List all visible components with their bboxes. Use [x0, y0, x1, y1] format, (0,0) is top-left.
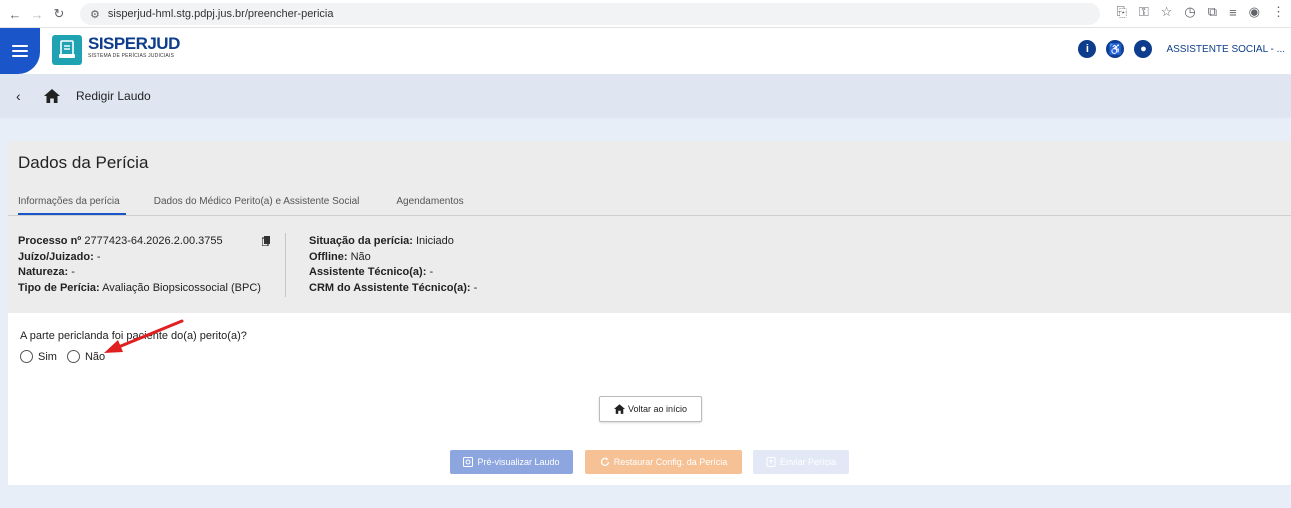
juizo-value: - [96, 250, 101, 263]
radio-sim[interactable] [20, 350, 33, 363]
browser-actions: ⎘ ⚿ ☆ ◷ ⧉ ≡ ◉ ⋮ [1116, 4, 1285, 20]
assistente-label: Assistente Técnico(a): [309, 266, 427, 278]
panel-title: Dados da Perícia [18, 153, 149, 172]
logo-subtitle: SISTEMA DE PERÍCIAS JUDICIAIS [88, 53, 175, 59]
breadcrumb: ‹ Redigir Laudo [0, 74, 1291, 118]
crm-label: CRM do Assistente Técnico(a): [309, 281, 471, 294]
processo-label: Processo nº [18, 235, 82, 247]
home-icon [613, 404, 625, 414]
copy-icon[interactable] [262, 236, 270, 246]
logo[interactable]: SISPERJUD SISTEMA DE PERÍCIAS JUDICIAIS [88, 35, 180, 60]
pericia-panel: Dados da Perícia Informações da perícia … [8, 141, 1291, 485]
question-text: A parte periclanda foi paciente do(a) pe… [20, 330, 247, 342]
processo-value: 2777423-64.2026.2.00.3755 [84, 235, 223, 247]
radio-nao-label[interactable]: Não [85, 351, 105, 363]
install-app-icon[interactable]: ⎘ [1116, 4, 1126, 20]
tab-divider [8, 215, 1291, 216]
password-key-icon[interactable]: ⚿ [1139, 4, 1149, 20]
bookmark-star-icon[interactable]: ☆ [1161, 4, 1173, 20]
more-menu-icon[interactable]: ⋮ [1272, 4, 1285, 20]
juizo-label: Juízo/Juizado: [18, 250, 94, 263]
tipo-value: Avaliação Biopsicossocial (BPC) [102, 281, 261, 294]
reload-icon[interactable]: ↻ [48, 3, 70, 25]
tab-bar: Informações da perícia Dados do Médico P… [8, 187, 464, 215]
tipo-label: Tipo de Perícia: [18, 281, 100, 294]
offline-value: Não [350, 250, 371, 263]
natureza-value: - [71, 266, 75, 278]
hamburger-icon [12, 45, 28, 57]
user-avatar-icon[interactable]: ● [1134, 40, 1153, 58]
offline-label: Offline: [309, 250, 348, 263]
logo-icon [52, 35, 82, 65]
info-left-column: Processo nº 2777423-64.2026.2.00.3755 Ju… [18, 234, 261, 296]
app-header: SISPERJUD SISTEMA DE PERÍCIAS JUDICIAIS … [0, 28, 1291, 74]
page-title: Redigir Laudo [76, 89, 151, 103]
profile-icon[interactable]: ◉ [1249, 4, 1260, 20]
site-settings-icon[interactable]: ⚙ [90, 8, 100, 21]
reading-list-icon[interactable]: ≡ [1229, 5, 1237, 20]
home-button[interactable]: Voltar ao início [599, 396, 702, 422]
preview-button-label: Pré-visualizar Laudo [477, 457, 560, 467]
chevron-left-icon[interactable]: ‹ [16, 88, 30, 104]
back-arrow-icon[interactable]: ← [4, 3, 26, 25]
browser-toolbar: ← → ↻ ⚙ sisperjud-hml.stg.pdpj.jus.br/pr… [0, 0, 1291, 28]
file-upload-icon [766, 457, 776, 467]
send-button[interactable]: Enviar Perícia [753, 450, 849, 474]
radio-nao[interactable] [66, 350, 80, 363]
refresh-icon [600, 457, 609, 466]
extensions-icon[interactable]: ⧉ [1208, 4, 1217, 20]
document-search-icon [463, 457, 474, 467]
restore-button-label: Restaurar Config. da Perícia [613, 457, 728, 467]
timer-icon[interactable]: ◷ [1184, 4, 1195, 20]
tab-agendamentos[interactable]: Agendamentos [396, 187, 463, 215]
tab-dados-medico[interactable]: Dados do Médico Perito(a) e Assistente S… [154, 187, 360, 215]
situacao-value: Iniciado [416, 235, 454, 247]
natureza-label: Natureza: [18, 266, 69, 278]
radio-group: Sim Não [20, 350, 115, 363]
assistente-value: - [429, 266, 434, 278]
preview-button[interactable]: Pré-visualizar Laudo [450, 450, 573, 474]
header-actions: i ♿ ● ASSISTENTE SOCIAL - ... [1078, 40, 1285, 58]
accessibility-icon[interactable]: ♿ [1106, 40, 1125, 58]
situacao-label: Situação da perícia: [309, 235, 413, 247]
user-name[interactable]: ASSISTENTE SOCIAL - ... [1166, 44, 1285, 55]
column-divider [285, 233, 286, 297]
info-icon[interactable]: i [1078, 40, 1097, 58]
send-button-label: Enviar Perícia [779, 457, 837, 467]
menu-button[interactable] [0, 28, 40, 74]
logo-title: SISPERJUD [88, 34, 180, 53]
crm-value: - [473, 281, 478, 294]
info-right-column: Situação da perícia: Iniciado Offline: N… [309, 234, 477, 296]
address-bar[interactable]: ⚙ sisperjud-hml.stg.pdpj.jus.br/preenche… [80, 3, 1100, 25]
restore-button[interactable]: Restaurar Config. da Perícia [585, 450, 742, 474]
forward-arrow-icon[interactable]: → [26, 3, 48, 25]
radio-sim-label[interactable]: Sim [38, 351, 57, 363]
home-button-label: Voltar ao início [627, 404, 688, 414]
home-icon[interactable] [44, 89, 60, 103]
url-text: sisperjud-hml.stg.pdpj.jus.br/preencher-… [107, 8, 334, 20]
tab-informacoes[interactable]: Informações da perícia [18, 187, 126, 215]
